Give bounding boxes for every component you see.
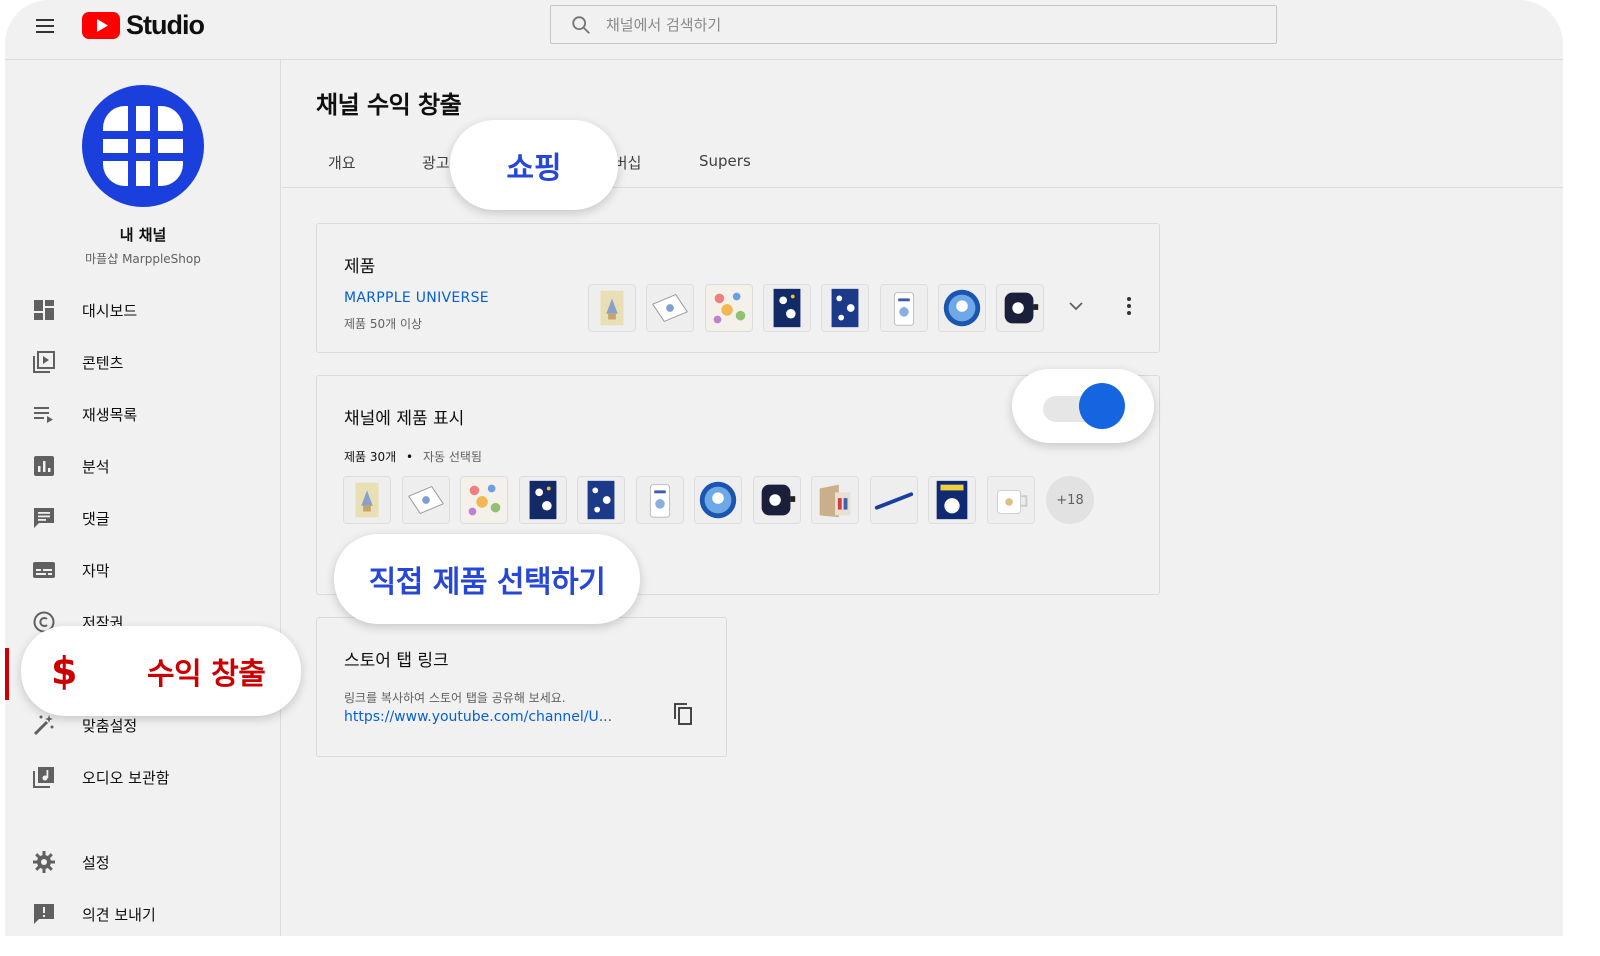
product-thumbnail[interactable]: [704, 284, 753, 332]
chevron-down-icon[interactable]: [1064, 294, 1088, 318]
sidebar-item-subtitles[interactable]: 자막: [5, 546, 281, 594]
sidebar-item-audio-library[interactable]: 오디오 보관함: [5, 753, 281, 801]
sidebar-item-label: 댓글: [82, 509, 110, 528]
active-indicator: [5, 648, 9, 700]
toggle-callout: [1012, 369, 1154, 443]
sidebar-item-feedback[interactable]: 의견 보내기: [5, 890, 281, 936]
audio-library-icon: [32, 765, 56, 789]
dashboard-icon: [32, 298, 56, 322]
main-content: 채널 수익 창출 개요 광고 멤버십 Supers 제품 MARPPLE UNI…: [282, 60, 1563, 936]
store-tab-link-card: 스토어 탭 링크 링크를 복사하여 스토어 탭을 공유해 보세요. https:…: [316, 617, 727, 757]
display-selection-mode: 자동 선택됨: [422, 450, 482, 464]
sidebar-item-dashboard[interactable]: 대시보드: [5, 286, 281, 334]
product-thumbnail[interactable]: [928, 476, 976, 524]
analytics-icon: [32, 454, 56, 478]
settings-icon: [32, 850, 56, 874]
select-products-label: 직접 제품 선택하기: [368, 565, 606, 600]
sidebar-item-label: 콘텐츠: [82, 353, 124, 372]
product-thumbnail[interactable]: [646, 284, 695, 332]
search-icon: [572, 15, 590, 34]
store-product-count: 제품 50개 이상: [344, 317, 423, 331]
display-products-toggle[interactable]: [1041, 383, 1125, 429]
product-thumbnail[interactable]: [401, 476, 450, 524]
more-options-icon[interactable]: [1117, 294, 1141, 318]
sidebar-item-playlists[interactable]: 재생목록: [5, 390, 281, 438]
product-thumbnail[interactable]: [343, 476, 391, 524]
youtube-play-icon: [82, 11, 120, 39]
top-bar: Studio: [5, 0, 1563, 60]
product-thumbnail[interactable]: [762, 284, 811, 332]
tab-overview[interactable]: 개요: [328, 152, 356, 173]
products-card-title: 제품: [344, 257, 376, 277]
product-thumbnail[interactable]: [821, 284, 870, 332]
sidebar-item-settings[interactable]: 설정: [5, 838, 281, 886]
product-thumbnail[interactable]: [869, 476, 918, 524]
playlist-icon: [32, 402, 56, 426]
product-thumbnail[interactable]: [996, 284, 1045, 332]
sidebar-item-label: 자막: [82, 561, 110, 580]
product-thumbnail[interactable]: [518, 476, 567, 524]
page-title: 채널 수익 창출: [316, 91, 462, 119]
tab-ads[interactable]: 광고: [422, 152, 450, 173]
more-products-badge[interactable]: +18: [1046, 476, 1094, 524]
sidebar-item-label: 맞춤설정: [82, 716, 138, 735]
sidebar-item-monetization[interactable]: $ 수익 창출: [21, 626, 301, 716]
sidebar-item-content[interactable]: 콘텐츠: [5, 338, 281, 386]
tab-supers[interactable]: Supers: [699, 152, 751, 170]
product-thumbnail[interactable]: [460, 476, 508, 524]
sidebar-item-label: 오디오 보관함: [82, 768, 170, 787]
store-tab-card-title: 스토어 탭 링크: [344, 651, 449, 671]
hamburger-menu-icon[interactable]: [33, 14, 57, 38]
comments-icon: [32, 506, 56, 530]
display-product-summary: 제품 30개 • 자동 선택됨: [344, 448, 482, 465]
copy-icon[interactable]: [671, 702, 695, 726]
customize-icon: [32, 713, 56, 737]
product-thumbnail[interactable]: [752, 476, 801, 524]
grid-logo-icon: [101, 104, 185, 188]
monetization-label: 수익 창출: [147, 657, 266, 692]
product-thumbnail[interactable]: [937, 284, 986, 332]
separator-dot: •: [406, 450, 414, 464]
channel-subtitle: 마플샵 MarppleShop: [85, 252, 201, 266]
sidebar: 내 채널 마플샵 MarppleShop 대시보드 콘텐츠 재생목록 분석 댓글…: [5, 60, 281, 936]
app-window: Studio 내 채널 마플샵 MarppleShop: [5, 0, 1563, 936]
sidebar-item-analytics[interactable]: 분석: [5, 442, 281, 490]
product-thumbnail[interactable]: [811, 476, 859, 524]
channel-name: 내 채널: [119, 226, 167, 244]
sidebar-item-label: 의견 보내기: [82, 905, 156, 924]
store-tab-description: 링크를 복사하여 스토어 탭을 공유해 보세요.: [344, 691, 566, 705]
sidebar-item-label: 분석: [82, 457, 110, 476]
dollar-icon: $: [51, 649, 78, 693]
display-card-title: 채널에 제품 표시: [344, 409, 465, 429]
product-thumbnail[interactable]: [879, 284, 928, 332]
sidebar-item-label: 설정: [82, 853, 110, 872]
product-thumbnail[interactable]: [635, 476, 684, 524]
search-input[interactable]: [606, 15, 1206, 34]
sidebar-item-comments[interactable]: 댓글: [5, 494, 281, 542]
product-thumbnail[interactable]: [694, 476, 742, 524]
product-thumbnail[interactable]: [577, 476, 625, 524]
logo-text: Studio: [126, 9, 205, 40]
product-thumbnail[interactable]: [588, 284, 636, 332]
content-icon: [32, 350, 56, 374]
youtube-studio-logo[interactable]: Studio: [82, 9, 205, 40]
product-thumbnail[interactable]: [986, 476, 1035, 524]
store-tab-url-link[interactable]: https://www.youtube.com/channel/U...: [344, 709, 612, 725]
subtitles-icon: [32, 558, 56, 582]
shopping-tab-label: 쇼핑: [506, 151, 562, 186]
search-bar[interactable]: [550, 5, 1277, 44]
products-card: 제품 MARPPLE UNIVERSE 제품 50개 이상: [316, 223, 1160, 353]
store-name-link[interactable]: MARPPLE UNIVERSE: [344, 290, 489, 306]
display-product-count: 제품 30개: [344, 450, 397, 464]
sidebar-item-label: 재생목록: [82, 405, 138, 424]
sidebar-item-label: 대시보드: [82, 301, 138, 320]
channel-avatar[interactable]: [82, 85, 204, 207]
tab-shopping[interactable]: 쇼핑: [450, 120, 618, 210]
select-products-callout[interactable]: 직접 제품 선택하기: [334, 534, 640, 624]
feedback-icon: [32, 902, 56, 926]
